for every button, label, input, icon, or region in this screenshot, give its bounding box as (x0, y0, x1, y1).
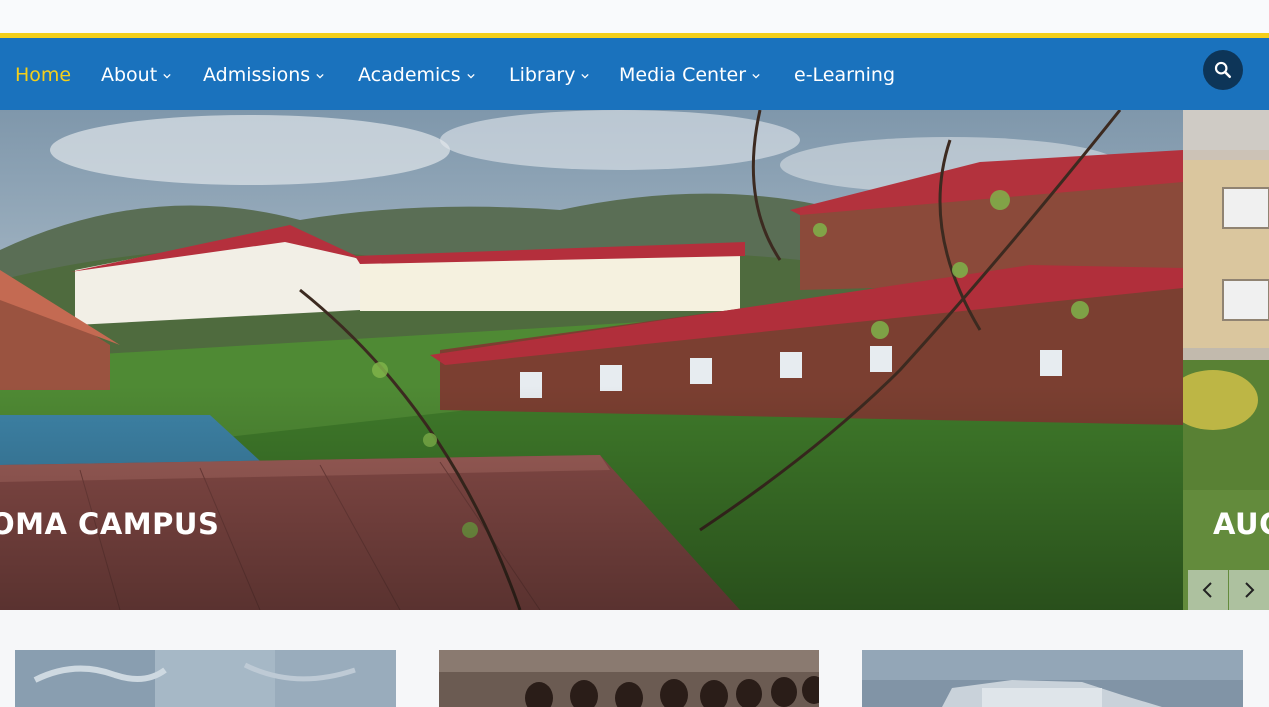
card-image-world-map (15, 650, 396, 707)
slider-prev-button[interactable] (1188, 570, 1228, 610)
nav-library[interactable]: Library (509, 62, 590, 88)
slide-caption: OMA CAMPUS (0, 507, 220, 541)
nav-e-learning[interactable]: e-Learning (794, 62, 895, 88)
nav-media-center-label: Media Center (619, 64, 747, 86)
chevron-down-icon (316, 73, 324, 79)
nav-admissions-label: Admissions (203, 64, 311, 86)
feature-card-1[interactable] (15, 650, 396, 707)
nav-about-label: About (101, 64, 158, 86)
nav-admissions[interactable]: Admissions (203, 62, 324, 88)
chevron-down-icon (752, 73, 760, 79)
chevron-left-icon (1202, 582, 1212, 598)
search-icon (1214, 61, 1232, 79)
card-image-building (862, 650, 1243, 707)
search-button[interactable] (1203, 50, 1243, 90)
nav-home[interactable]: Home (15, 62, 71, 88)
main-navbar: Home About Admissions Academics Library … (0, 38, 1269, 110)
slider-next-button[interactable] (1229, 570, 1269, 610)
nav-media-center[interactable]: Media Center (619, 62, 760, 88)
chevron-down-icon (466, 73, 475, 79)
feature-cards (0, 610, 1269, 707)
card-image-students (439, 650, 819, 707)
hero-slider: OMA CAMPUS AUC (0, 110, 1269, 610)
nav-academics[interactable]: Academics (358, 62, 475, 88)
nav-academics-label: Academics (358, 64, 461, 86)
feature-card-3[interactable] (862, 650, 1243, 707)
slide-next-peek: AUC (1183, 110, 1269, 610)
feature-card-2[interactable] (439, 650, 819, 707)
nav-about[interactable]: About (101, 62, 171, 88)
slide-caption-next: AUC (1213, 507, 1269, 541)
chevron-down-icon (581, 73, 590, 79)
slide-campus: OMA CAMPUS (0, 110, 1183, 610)
nav-library-label: Library (509, 64, 576, 86)
chevron-right-icon (1245, 582, 1255, 598)
nav-e-learning-label: e-Learning (794, 64, 896, 86)
top-strip (0, 0, 1269, 33)
chevron-down-icon (163, 73, 171, 79)
nav-home-label: Home (15, 64, 72, 86)
